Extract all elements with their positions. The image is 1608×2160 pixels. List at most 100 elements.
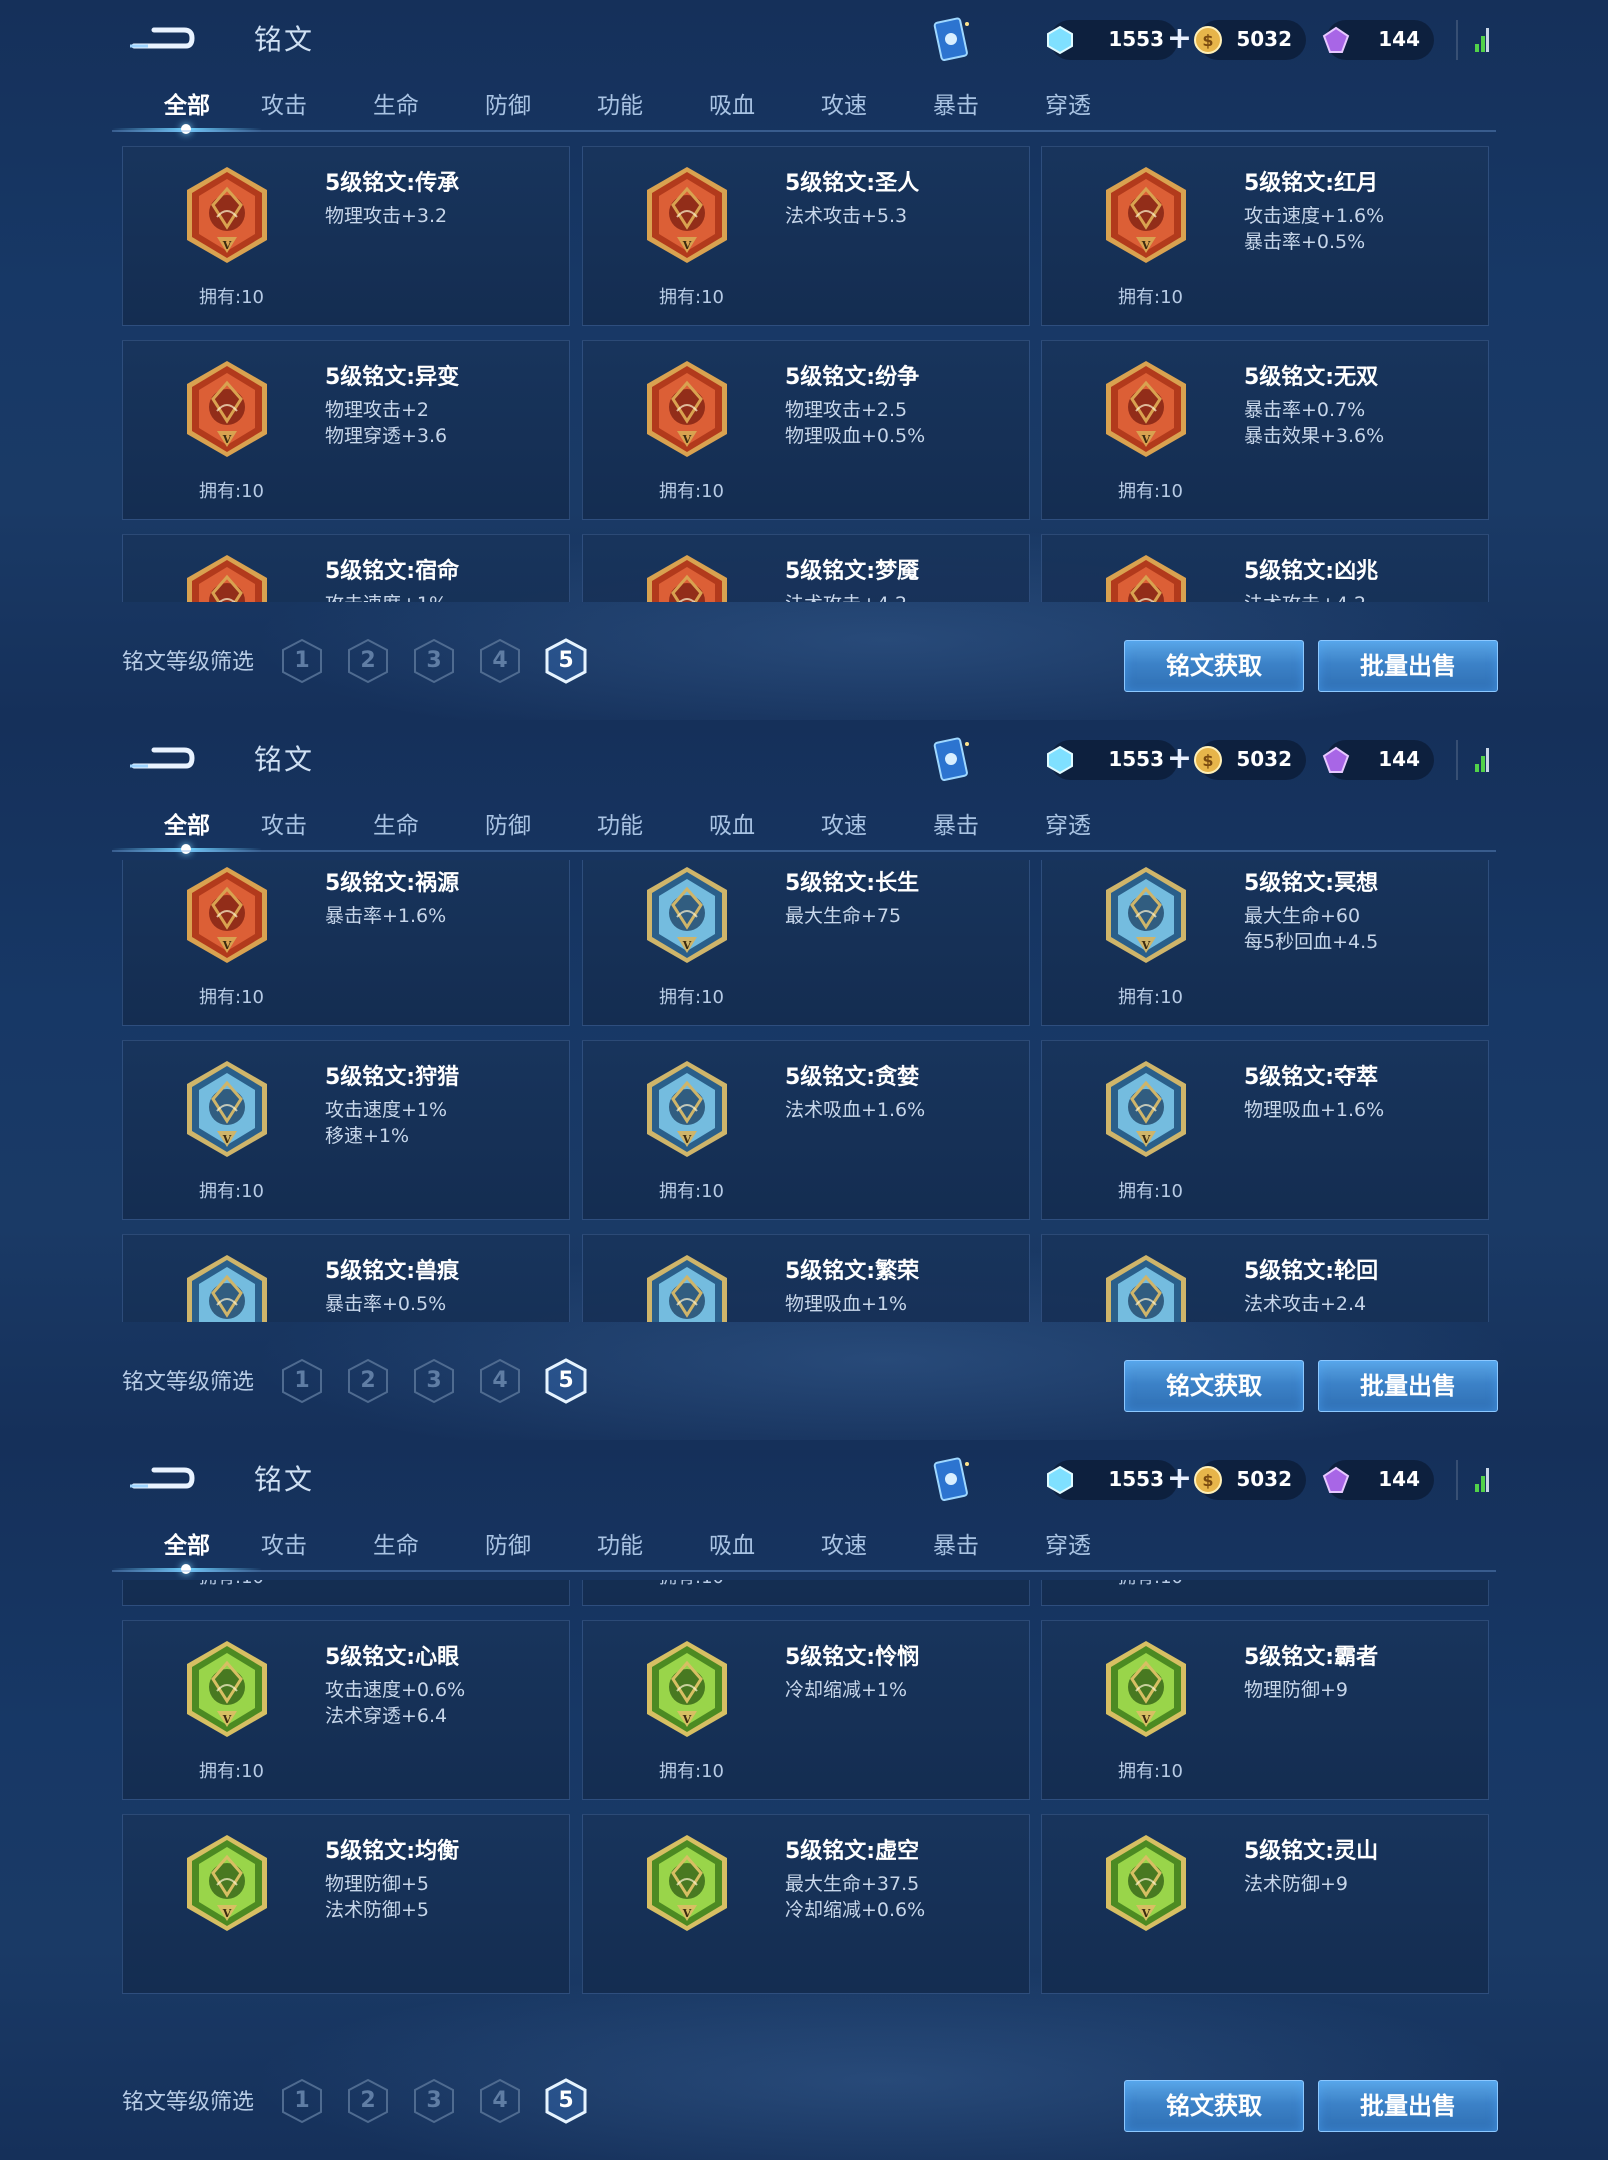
bulk-sell-button[interactable]: 批量出售 xyxy=(1318,2080,1498,2132)
inscription-card-icon[interactable] xyxy=(930,1456,974,1504)
inscription-card-icon[interactable] xyxy=(930,736,974,784)
inscription-emblem-icon: V xyxy=(187,1255,267,1322)
acquire-inscription-button[interactable]: 铭文获取 xyxy=(1124,2080,1304,2132)
add-diamond-button[interactable]: + xyxy=(1167,24,1192,54)
inscription-card[interactable]: V 5级铭文:贪婪 法术吸血+1.6% 拥有:10 xyxy=(582,1040,1030,1220)
inscription-grid-scroll[interactable]: V5级铭文:调和最大生命+45每5秒回血+5.2移速+0.4%拥有:10V5级铭… xyxy=(112,1580,1496,2020)
tab-6[interactable]: 攻速 xyxy=(784,84,904,130)
bulk-sell-button[interactable]: 批量出售 xyxy=(1318,1360,1498,1412)
level-filter-3[interactable]: 3 xyxy=(412,638,456,684)
tab-1[interactable]: 攻击 xyxy=(224,1524,344,1570)
inscription-card[interactable]: V 5级铭文:轮回法术攻击+2.4 xyxy=(1041,1234,1489,1322)
level-filter-1[interactable]: 1 xyxy=(280,2078,324,2124)
tab-6[interactable]: 攻速 xyxy=(784,804,904,850)
level-filter-5[interactable]: 5 xyxy=(544,2078,588,2124)
tab-3[interactable]: 防御 xyxy=(448,84,568,130)
svg-text:V: V xyxy=(682,939,692,952)
level-filter-4[interactable]: 4 xyxy=(478,638,522,684)
inscription-card[interactable]: V 5级铭文:虚空 最大生命+37.5 冷却缩减+0.6% xyxy=(582,1814,1030,1994)
tab-8[interactable]: 穿透 xyxy=(1008,84,1128,130)
inscription-card[interactable]: V 5级铭文:纷争 物理攻击+2.5 物理吸血+0.5% 拥有:10 xyxy=(582,340,1030,520)
tab-3[interactable]: 防御 xyxy=(448,804,568,850)
level-filter-label: 铭文等级筛选 xyxy=(122,650,255,675)
back-button[interactable] xyxy=(126,740,196,776)
inscription-emblem-icon: V xyxy=(647,1641,727,1737)
back-button[interactable] xyxy=(126,1460,196,1496)
tab-7[interactable]: 暴击 xyxy=(896,84,1016,130)
tab-4[interactable]: 功能 xyxy=(560,1524,680,1570)
level-filter-1[interactable]: 1 xyxy=(280,638,324,684)
inscription-card[interactable]: V 5级铭文:狩猎 攻击速度+1% 移速+1% 拥有:10 xyxy=(122,1040,570,1220)
inscription-card[interactable]: V 5级铭文:怜悯 冷却缩减+1% 拥有:10 xyxy=(582,1620,1030,1800)
level-filter-3[interactable]: 3 xyxy=(412,2078,456,2124)
level-filter-5[interactable]: 5 xyxy=(544,1358,588,1404)
inscription-card[interactable]: V 5级铭文:冥想 最大生命+60 每5秒回血+4.5 拥有:10 xyxy=(1041,860,1489,1026)
tab-6[interactable]: 攻速 xyxy=(784,1524,904,1570)
inscription-card[interactable]: V 5级铭文:宿命攻击速度+1% xyxy=(122,534,570,602)
page-title: 铭文 xyxy=(254,743,315,776)
inscription-card[interactable]: V 5级铭文:均衡 物理防御+5 法术防御+5 xyxy=(122,1814,570,1994)
bulk-sell-button[interactable]: 批量出售 xyxy=(1318,640,1498,692)
inscription-stat: 物理防御+5 xyxy=(325,1873,430,1895)
level-filter-1[interactable]: 1 xyxy=(280,1358,324,1404)
level-filter-5[interactable]: 5 xyxy=(544,638,588,684)
inscription-emblem: V xyxy=(183,165,271,265)
inscription-grid-scroll[interactable]: V 5级铭文:传承 物理攻击+3.2 拥有:10 V 5级铭文:圣人 法术攻击+5.3 拥有:… xyxy=(112,140,1496,602)
tab-2[interactable]: 生命 xyxy=(336,804,456,850)
level-filter-4[interactable]: 4 xyxy=(478,2078,522,2124)
acquire-inscription-button[interactable]: 铭文获取 xyxy=(1124,640,1304,692)
tab-3[interactable]: 防御 xyxy=(448,1524,568,1570)
owned-count: 拥有:10 xyxy=(199,1181,264,1202)
add-diamond-button[interactable]: + xyxy=(1167,1464,1192,1494)
inscription-card[interactable]: V 5级铭文:异变 物理攻击+2 物理穿透+3.6 拥有:10 xyxy=(122,340,570,520)
level-filter-2[interactable]: 2 xyxy=(346,638,390,684)
inscription-card[interactable]: V5级铭文:鹰眼物理攻击+0.9物理穿透+6.4拥有:10 xyxy=(1041,1580,1489,1606)
inscription-card[interactable]: V 5级铭文:圣人 法术攻击+5.3 拥有:10 xyxy=(582,146,1030,326)
tab-1[interactable]: 攻击 xyxy=(224,804,344,850)
inscription-card[interactable]: V5级铭文:隐匿物理攻击+1.6移速+1%拥有:10 xyxy=(582,1580,1030,1606)
tab-7[interactable]: 暴击 xyxy=(896,804,1016,850)
inscription-card[interactable]: V 5级铭文:梦魇法术攻击+4.2 xyxy=(582,534,1030,602)
tab-1[interactable]: 攻击 xyxy=(224,84,344,130)
tab-2[interactable]: 生命 xyxy=(336,84,456,130)
back-arrow-icon xyxy=(130,1467,195,1489)
add-diamond-button[interactable]: + xyxy=(1167,744,1192,774)
inscription-emblem: V xyxy=(643,359,731,459)
tab-5[interactable]: 吸血 xyxy=(672,804,792,850)
owned-count: 拥有:10 xyxy=(1118,481,1183,502)
inscription-card[interactable]: V 5级铭文:无双 暴击率+0.7% 暴击效果+3.6% 拥有:10 xyxy=(1041,340,1489,520)
level-filter-3[interactable]: 3 xyxy=(412,1358,456,1404)
inscription-card[interactable]: V5级铭文:调和最大生命+45每5秒回血+5.2移速+0.4%拥有:10 xyxy=(122,1580,570,1606)
inscription-card[interactable]: V 5级铭文:红月 攻击速度+1.6% 暴击率+0.5% 拥有:10 xyxy=(1041,146,1489,326)
tab-5[interactable]: 吸血 xyxy=(672,84,792,130)
tab-5[interactable]: 吸血 xyxy=(672,1524,792,1570)
back-button[interactable] xyxy=(126,20,196,56)
crystal-icon xyxy=(1320,744,1352,776)
acquire-inscription-button[interactable]: 铭文获取 xyxy=(1124,1360,1304,1412)
level-filter-2[interactable]: 2 xyxy=(346,2078,390,2124)
inscription-card[interactable]: V 5级铭文:兽痕暴击率+0.5% xyxy=(122,1234,570,1322)
level-filter-4[interactable]: 4 xyxy=(478,1358,522,1404)
inscription-card[interactable]: V 5级铭文:长生 最大生命+75 拥有:10 xyxy=(582,860,1030,1026)
tab-4[interactable]: 功能 xyxy=(560,804,680,850)
tab-8[interactable]: 穿透 xyxy=(1008,804,1128,850)
active-tab-dot xyxy=(181,844,191,854)
inscription-card[interactable]: V 5级铭文:传承 物理攻击+3.2 拥有:10 xyxy=(122,146,570,326)
tab-8[interactable]: 穿透 xyxy=(1008,1524,1128,1570)
inscription-name: 5级铭文:兽痕 xyxy=(325,1259,460,1284)
inscription-card-icon[interactable] xyxy=(930,16,974,64)
inscription-card[interactable]: V 5级铭文:霸者 物理防御+9 拥有:10 xyxy=(1041,1620,1489,1800)
inscription-name: 5级铭文:均衡 xyxy=(325,1839,460,1864)
inscription-card[interactable]: V 5级铭文:凶兆法术攻击+4.2 xyxy=(1041,534,1489,602)
level-filter-2[interactable]: 2 xyxy=(346,1358,390,1404)
tab-7[interactable]: 暴击 xyxy=(896,1524,1016,1570)
inscription-card[interactable]: V 5级铭文:祸源 暴击率+1.6% 拥有:10 xyxy=(122,860,570,1026)
inscription-card[interactable]: V 5级铭文:夺萃 物理吸血+1.6% 拥有:10 xyxy=(1041,1040,1489,1220)
inscription-card[interactable]: V 5级铭文:灵山 法术防御+9 xyxy=(1041,1814,1489,1994)
tab-2[interactable]: 生命 xyxy=(336,1524,456,1570)
inscription-card[interactable]: V 5级铭文:繁荣物理吸血+1% xyxy=(582,1234,1030,1322)
inscription-card[interactable]: V 5级铭文:心眼 攻击速度+0.6% 法术穿透+6.4 拥有:10 xyxy=(122,1620,570,1800)
inscription-grid-scroll[interactable]: V 5级铭文:祸源 暴击率+1.6% 拥有:10 V 5级铭文:长生 最大生命+75 拥有:1… xyxy=(112,860,1496,1322)
gold-amount: 5032 xyxy=(1236,27,1292,51)
tab-4[interactable]: 功能 xyxy=(560,84,680,130)
